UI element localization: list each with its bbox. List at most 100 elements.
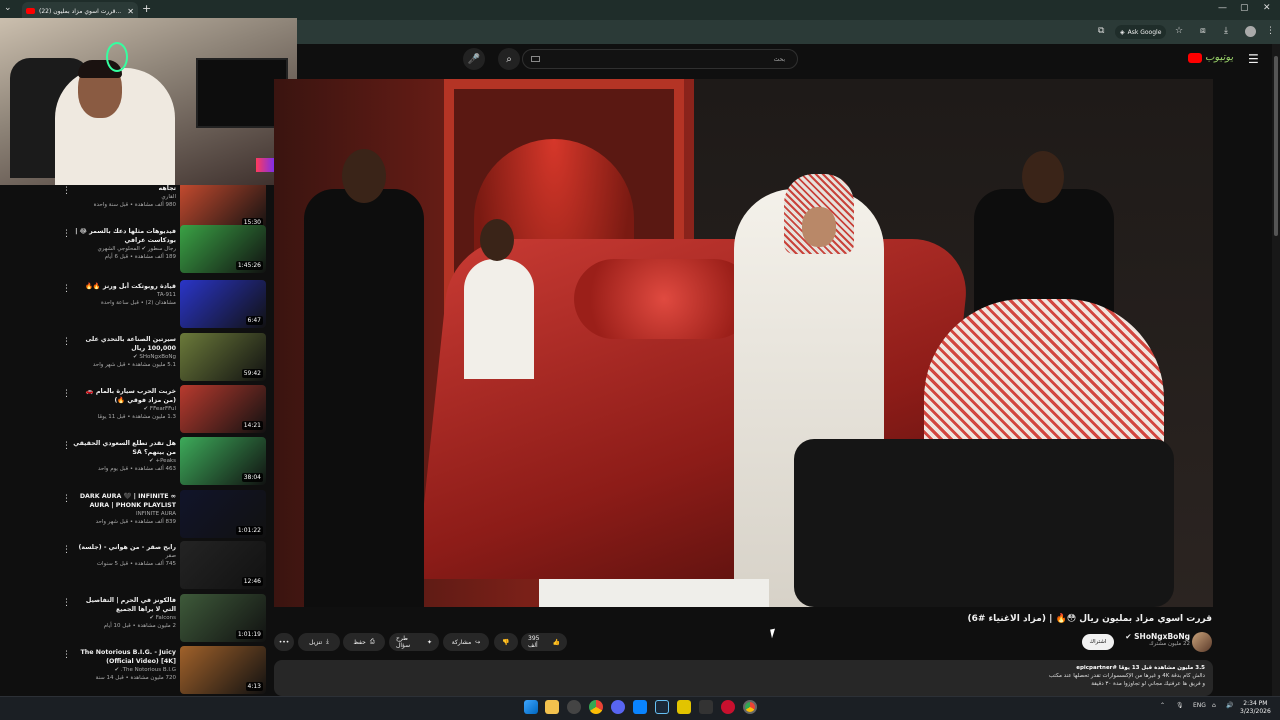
more-options-icon[interactable]: ⋮ [62,186,71,196]
network-icon[interactable]: ⌂ [1212,702,1216,709]
more-options-icon[interactable]: ⋮ [62,337,71,347]
video-title[interactable]: فالكونز في الحرم | التفاصيل التي لا يراه… [72,596,176,614]
maximize-button[interactable]: ▢ [1240,3,1249,13]
video-title[interactable]: DARK AURA 🖤 | INFINITE ∞ AURA | PHONK PL… [72,492,176,510]
terminal-icon[interactable] [699,700,713,714]
channel-name[interactable]: TA-911 [72,291,176,299]
more-options-icon[interactable]: ⋮ [62,229,71,239]
video-title[interactable]: فيديوهات مثلها دعك بالسمر 😂 | بودكاست عر… [72,227,176,245]
extensions-icon[interactable]: ⧈ [1200,26,1206,36]
channel-name[interactable]: INFINITE AURA [72,510,176,518]
gallery-icon[interactable] [567,700,581,714]
page-scrollbar[interactable] [1272,44,1280,696]
video-player[interactable] [274,79,1213,607]
more-actions-button[interactable]: ••• [274,633,294,651]
bookmark-star-icon[interactable]: ☆ [1175,26,1183,36]
channel-name[interactable]: FFearFFul ✔ [72,405,176,413]
mic-tray-icon[interactable]: 🎙 [1176,702,1184,709]
dislike-button[interactable]: 👎 [494,633,518,651]
list-item[interactable]: ⋮ رابح صقر - من هواني - (جلسة) صقر 745 ألف … [0,541,272,591]
more-options-icon[interactable]: ⋮ [62,650,71,660]
video-thumbnail[interactable]: 59:42 [180,333,266,381]
list-item[interactable]: ⋮ قيادة روبوتكت أبل ورنز 🔥🔥 TA-911 مشاهدان … [0,280,272,330]
start-icon[interactable] [524,700,538,714]
video-title[interactable]: تجاهه [72,185,176,193]
volume-icon[interactable]: 🔊 [1226,702,1233,709]
video-title[interactable]: رابح صقر - من هواني - (جلسة) [72,543,176,552]
video-thumbnail[interactable]: 4:13 [180,646,266,694]
media-app-icon[interactable] [721,700,735,714]
tab-list-icon[interactable]: ⌄ [4,3,12,13]
new-tab-button[interactable]: + [142,2,151,15]
chrome-icon[interactable] [589,700,603,714]
list-item[interactable]: ⋮ هل تقدر تطلع السعودي الحقيقي من بينهم؟ … [0,437,272,487]
minimize-button[interactable]: — [1218,3,1227,13]
steam-icon[interactable] [655,700,669,714]
description-box[interactable]: 3.5 مليون مشاهدة قبل 13 يومًا #epicpartn… [274,660,1213,696]
video-title[interactable]: قيادة روبوتكت أبل ورنز 🔥🔥 [72,282,176,291]
downloads-icon[interactable]: ⤓ [1224,26,1228,36]
channel-name[interactable]: Falcons ✔ [72,614,176,622]
share-button[interactable]: مشاركة ↪ [443,633,489,651]
search-input[interactable]: بحث [522,49,798,69]
video-thumbnail[interactable]: 6:47 [180,280,266,328]
system-clock[interactable]: 2:34 PM 3/23/2026 [1240,700,1271,716]
list-item[interactable]: ⋮ The Notorious B.I.G. - Juicy (Official … [0,646,272,695]
video-title[interactable]: سيرتين الصناعة بالتحدي على 100,000 ريال [72,335,177,353]
active-chrome-icon[interactable] [743,700,757,714]
channel-name[interactable]: رجال سطور ✔ المحلوجي الشهري [72,245,176,253]
cast-icon[interactable]: ⧉ [1098,26,1104,36]
channel-name[interactable]: القاري [72,193,176,201]
voice-search-icon[interactable]: 🎤 [463,48,485,70]
more-options-icon[interactable]: ⋮ [62,494,71,504]
list-item[interactable]: ⋮ خربت الحرب سيارة بالمام 🚗 (من مزاد فوقي… [0,385,272,435]
video-thumbnail[interactable]: 15:30 [180,185,266,230]
video-thumbnail[interactable]: 38:04 [180,437,266,485]
like-button[interactable]: 395 ألف 👍 [521,633,567,651]
list-item[interactable]: ⋮ سيرتين الصناعة بالتحدي على 100,000 ريال… [0,333,272,383]
channel-name[interactable]: The Notorious B.I.G. ✔ [72,666,177,674]
file-explorer-icon[interactable] [545,700,559,714]
video-thumbnail[interactable]: 12:46 [180,541,266,589]
more-options-icon[interactable]: ⋮ [62,284,71,294]
save-button[interactable]: حفظ ⎙ [343,633,385,651]
video-thumbnail[interactable]: 1:45:26 [180,225,266,273]
more-options-icon[interactable]: ⋮ [62,441,71,451]
channel-avatar[interactable] [1192,632,1212,652]
subscribe-button[interactable]: اشتراك [1082,634,1114,650]
youtube-logo[interactable]: يوتيوب [1188,52,1233,63]
video-title[interactable]: The Notorious B.I.G. - Juicy (Official V… [72,648,177,666]
guide-menu-icon[interactable]: ☰ [1248,52,1259,66]
video-thumbnail[interactable]: 1:01:19 [180,594,266,642]
channel-info[interactable]: SHoNgxBoNg ✔ 22 مليون مشترك [1110,632,1190,647]
ask-button[interactable]: طرح سؤال ✦ [389,633,439,651]
more-options-icon[interactable]: ⋮ [62,389,71,399]
keyboard-icon[interactable] [531,56,540,62]
more-options-icon[interactable]: ⋮ [62,545,71,555]
discord-icon[interactable] [611,700,625,714]
channel-name[interactable]: Peaks+ ✔ [72,457,176,465]
input-language[interactable]: ENG [1193,702,1206,709]
ask-google-button[interactable]: ◈ Ask Google [1115,25,1167,39]
video-title[interactable]: خربت الحرب سيارة بالمام 🚗 (من مزاد فوقي … [72,387,176,405]
browser-menu-icon[interactable]: ⋮ [1266,26,1275,36]
video-title[interactable]: هل تقدر تطلع السعودي الحقيقي من بينهم؟ S… [72,439,176,457]
tray-expand-icon[interactable]: ⌃ [1160,702,1165,709]
search-icon[interactable]: ⌕ [498,48,520,70]
scrollbar-thumb[interactable] [1274,56,1278,236]
video-thumbnail[interactable]: 14:21 [180,385,266,433]
download-button[interactable]: تنزيل ⤓ [298,633,340,651]
list-item[interactable]: ⋮ فالكونز في الحرم | التفاصيل التي لا يرا… [0,594,272,644]
notes-icon[interactable] [677,700,691,714]
store-icon[interactable] [633,700,647,714]
list-item[interactable]: ⋮ فيديوهات مثلها دعك بالسمر 😂 | بودكاست ع… [0,225,272,275]
channel-name[interactable]: صقر [72,552,177,560]
list-item[interactable]: ⋮ DARK AURA 🖤 | INFINITE ∞ AURA | PHONK P… [0,490,272,540]
channel-name[interactable]: SHoNgxBoNg ✔ [1110,632,1190,641]
more-options-icon[interactable]: ⋮ [62,598,71,608]
close-window-button[interactable]: ✕ [1263,3,1271,13]
video-thumbnail[interactable]: 1:01:22 [180,490,266,538]
channel-name[interactable]: SHoNgxBoNg ✔ [72,353,176,361]
close-tab-icon[interactable]: ✕ [127,7,134,16]
profile-avatar[interactable] [1245,26,1256,37]
